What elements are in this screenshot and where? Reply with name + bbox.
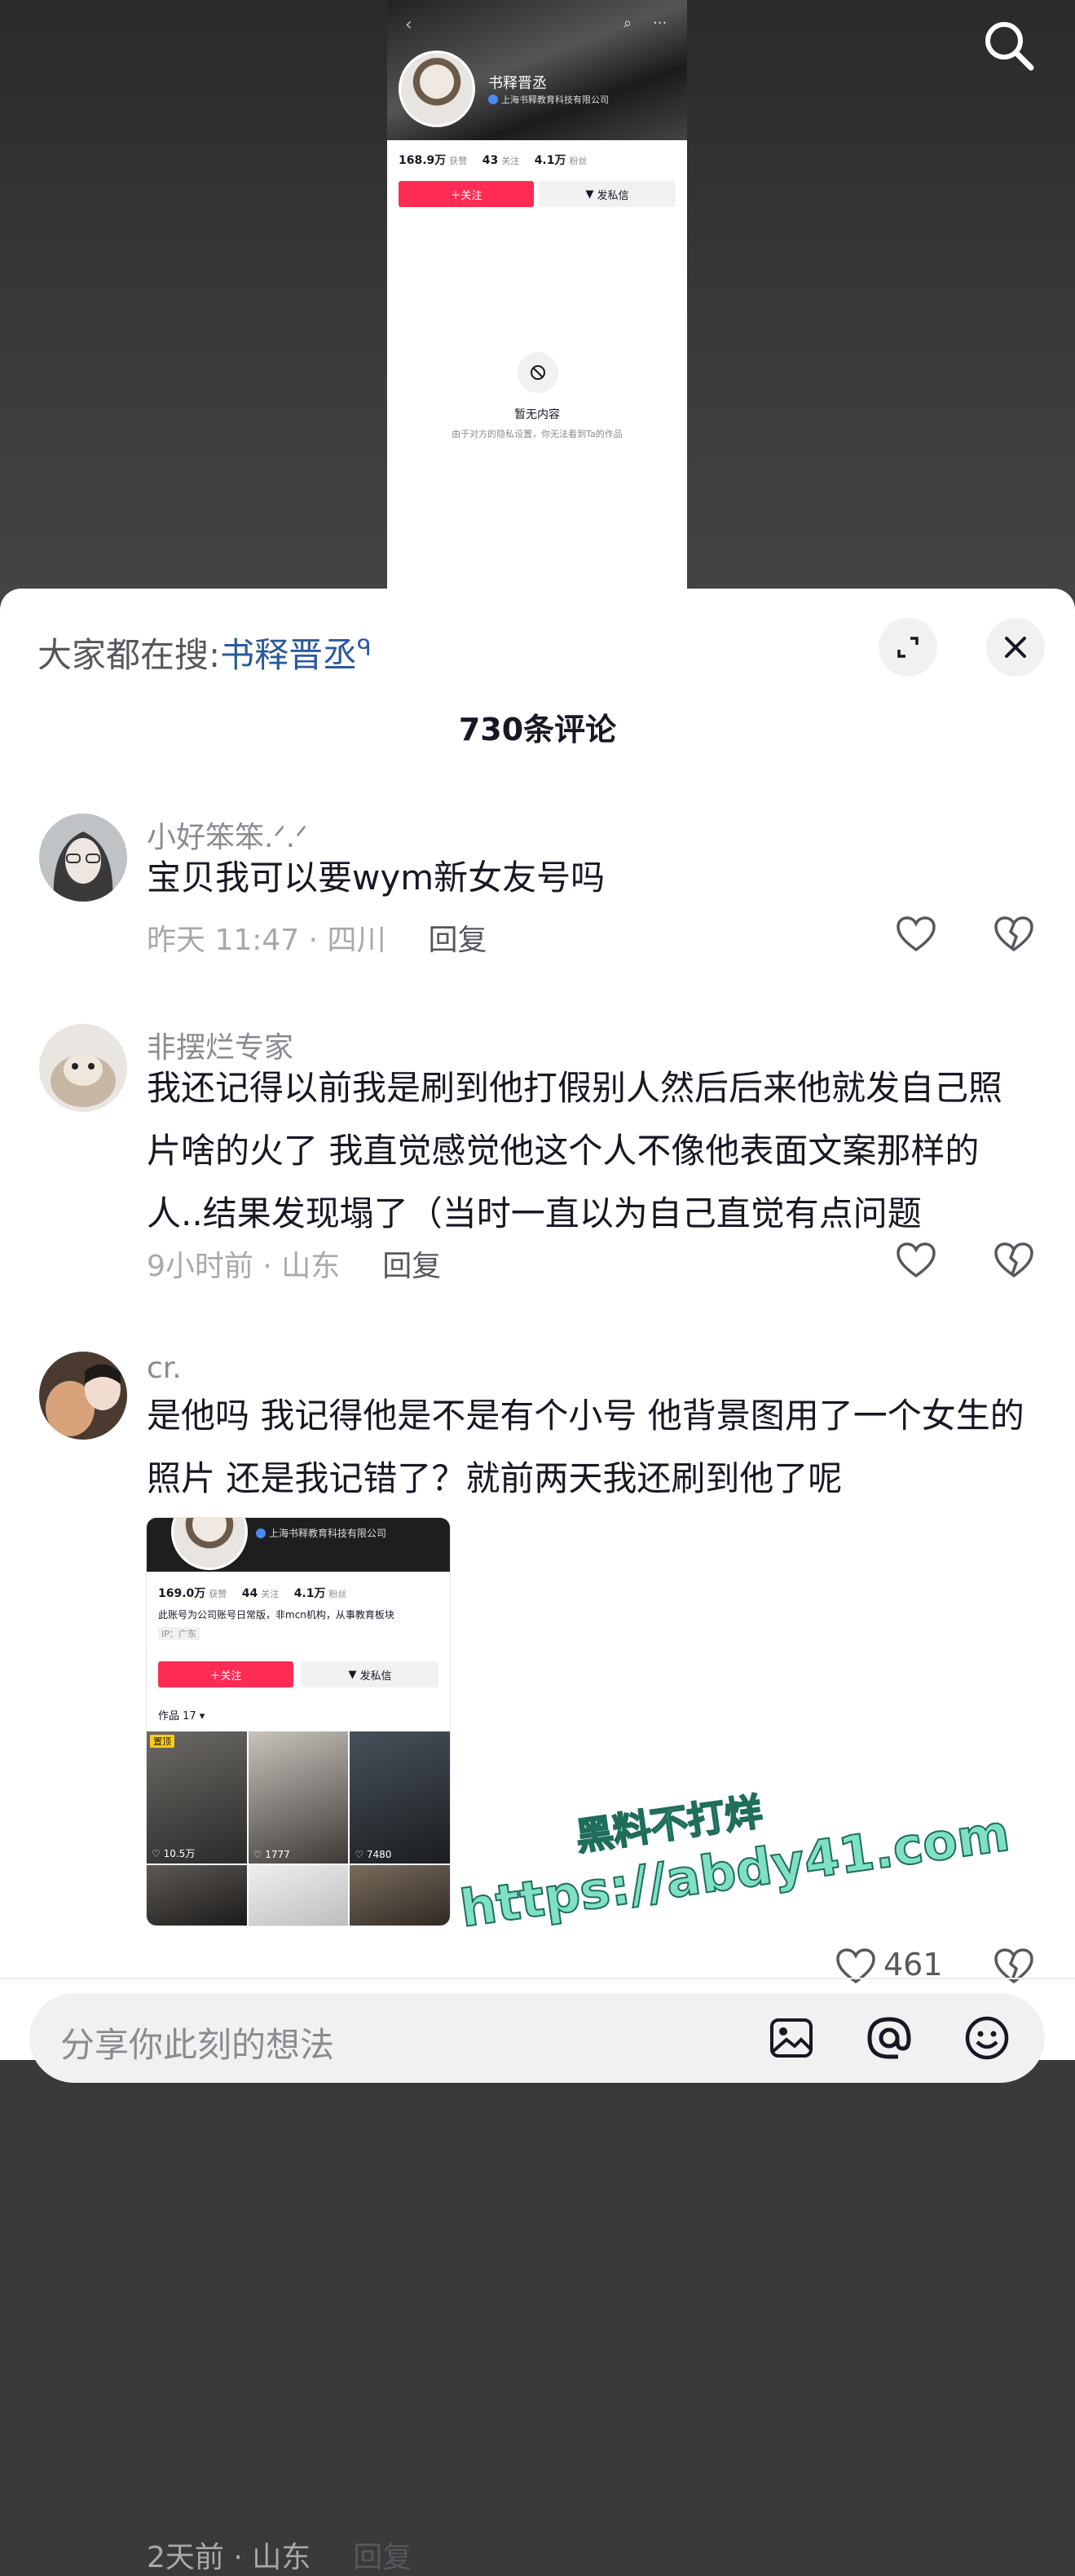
profile-card: 168.9万 获赞 43 关注 4.1万 粉丝 ＋关注 ▼ 发私信 暂无内容 由于对方的… — [387, 140, 687, 595]
like-heart-icon[interactable] — [893, 911, 939, 957]
image-works-grid: 置顶 ♡ 10.5万 ♡ 1777 ♡ 7480 — [147, 1731, 450, 1925]
work-thumbnail: ♡ 7480 — [350, 1731, 450, 1864]
reply-button[interactable]: 回复 — [382, 1250, 441, 1283]
profile-name: 书释晋丞 — [488, 75, 547, 92]
blocked-icon — [518, 352, 558, 393]
message-button: ▼ 发私信 — [539, 181, 676, 207]
dislike-broken-heart-icon[interactable] — [991, 1943, 1037, 1989]
comment-text: 我还记得以前我是刷到他打假别人然后后来他就发自己照片啥的火了 我直觉感觉他这个人… — [147, 1068, 1003, 1233]
like-heart-icon[interactable] — [833, 1943, 879, 1989]
comment-count: 730条评论 — [458, 712, 617, 748]
comment-image[interactable]: 上海书释教育科技有限公司 169.0万 获赞 44 关注 4.1万 粉丝 此账号为公司… — [147, 1518, 450, 1925]
work-thumbnail: ♡ 1777 — [248, 1731, 349, 1864]
verified-icon — [256, 1528, 266, 1538]
comment-meta: 2天前 · 山东 回复 — [147, 2534, 412, 2576]
comment-sheet: 大家都在搜:书释晋丞ᑫ 730条评论 小好笨笨.ᐟ.ᐟ 宝贝我可以要wym新女友… — [0, 589, 1075, 2574]
close-button[interactable] — [986, 618, 1045, 677]
image-message-button: ▼ 发私信 — [302, 1661, 438, 1687]
empty-subtitle: 由于对方的隐私设置，你无法看到Ta的作品 — [452, 429, 623, 439]
avatar[interactable] — [39, 1024, 127, 1112]
comment-username[interactable]: cr. — [147, 1352, 182, 1385]
verified-icon — [488, 95, 498, 104]
work-likes: ♡ 7480 — [355, 1849, 392, 1860]
trending-search-prefix: 大家都在搜: — [37, 635, 221, 675]
comment-meta: 9小时前 · 山东 回复 — [147, 1242, 441, 1285]
send-icon: ▼ — [585, 187, 594, 201]
image-profile-company: 上海书释教育科技有限公司 — [256, 1526, 386, 1540]
more-icon: ··· — [653, 15, 667, 32]
search-icon[interactable] — [976, 13, 1042, 78]
divider — [0, 1978, 1075, 1979]
comment-text: 是他吗 我记得他是不是有个小号 他背景图用了一个女生的照片 还是我记错了？就前两… — [147, 1396, 1024, 1498]
search-icon: ⌕ — [623, 15, 632, 32]
send-icon: ▼ — [348, 1668, 357, 1681]
work-likes: ♡ 1777 — [253, 1849, 290, 1860]
like-heart-icon[interactable] — [893, 1237, 939, 1283]
dislike-broken-heart-icon[interactable] — [991, 1237, 1037, 1283]
work-thumbnail: 置顶 ♡ 10.5万 — [147, 1731, 247, 1864]
profile-company: 上海书释教育科技有限公司 — [488, 93, 609, 106]
empty-title: 暂无内容 — [514, 408, 560, 421]
search-icon: ᑫ — [357, 634, 372, 661]
pinned-badge: 置顶 — [150, 1735, 174, 1748]
expand-icon — [897, 637, 919, 658]
reply-button[interactable]: 回复 — [353, 2541, 412, 2574]
reply-button[interactable]: 回复 — [429, 924, 487, 957]
comment-time: 昨天 11:47 · 四川 — [147, 924, 386, 957]
avatar[interactable] — [39, 814, 127, 902]
image-profile-stats: 169.0万 获赞 44 关注 4.1万 粉丝 — [158, 1587, 347, 1600]
trending-search[interactable]: 大家都在搜:书释晋丞ᑫ — [37, 628, 372, 677]
image-profile-bio: 此账号为公司账号日常版，非mcn机构，从事教育板块 — [158, 1609, 394, 1621]
trending-search-keyword[interactable]: 书释晋丞 — [220, 635, 357, 675]
work-thumbnail — [147, 1865, 247, 1925]
image-icon[interactable] — [763, 2009, 820, 2067]
comment-time: 9小时前 · 山东 — [147, 1250, 341, 1283]
image-profile-ip: IP：广东 — [158, 1627, 200, 1640]
comment-meta: 昨天 11:47 · 四川 回复 — [147, 916, 487, 959]
image-follow-button: ＋关注 — [158, 1661, 293, 1687]
work-thumbnail — [248, 1865, 349, 1925]
image-works-tab: 作品 17 ▾ — [158, 1710, 205, 1722]
follow-button: ＋关注 — [399, 181, 534, 207]
work-likes: ♡ 10.5万 — [152, 1848, 196, 1859]
dislike-broken-heart-icon[interactable] — [991, 911, 1037, 957]
comment-text: 宝贝我可以要wym新女友号吗 — [147, 858, 606, 898]
comment-time: 2天前 · 山东 — [147, 2541, 311, 2574]
avatar[interactable] — [39, 1352, 127, 1440]
at-mention-icon[interactable] — [861, 2009, 918, 2067]
close-icon — [1005, 637, 1026, 658]
emoji-icon[interactable] — [958, 2009, 1016, 2067]
embedded-profile-screenshot: ‹ ⌕ ··· 书释晋丞 上海书释教育科技有限公司 168.9万 获赞 43 关注 … — [387, 0, 687, 595]
back-icon: ‹ — [405, 15, 412, 35]
avatar — [399, 51, 475, 127]
expand-button[interactable] — [879, 618, 937, 677]
profile-stats: 168.9万 获赞 43 关注 4.1万 粉丝 — [399, 154, 588, 167]
work-thumbnail — [350, 1865, 450, 1925]
comment-input[interactable]: 分享你此刻的想法 — [29, 1993, 1045, 2083]
